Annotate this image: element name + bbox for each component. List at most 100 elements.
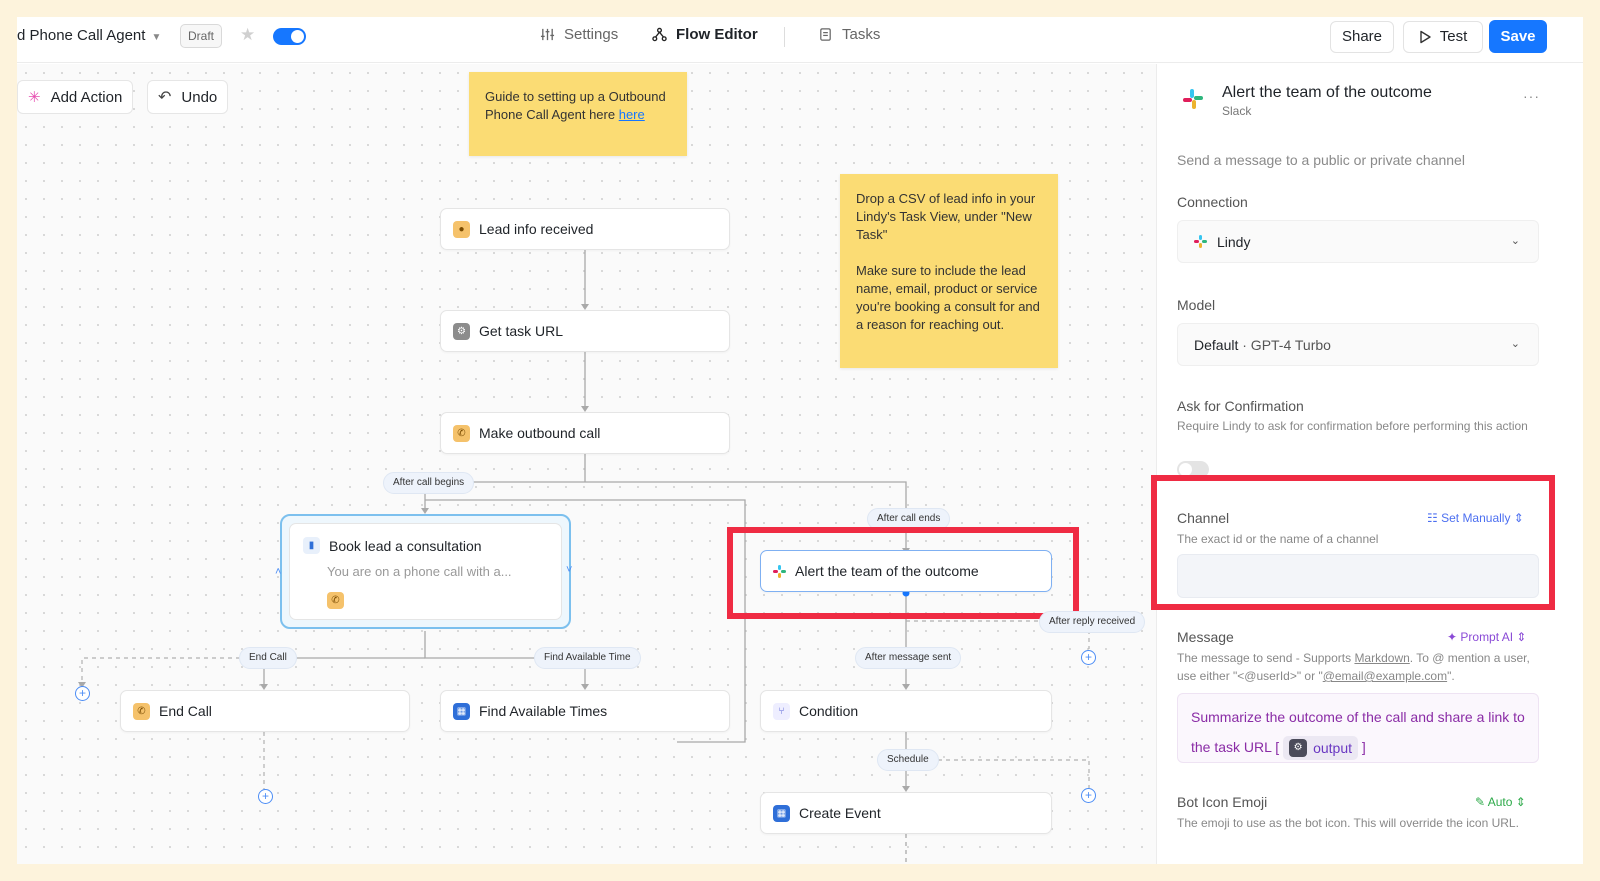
node-make-call[interactable]: ✆ Make outbound call [440,412,730,454]
add-step-plus-icon[interactable]: + [1081,788,1096,803]
edge-label-after-reply-received: After reply received [1039,611,1146,633]
add-step-plus-icon[interactable]: + [1081,650,1096,665]
message-help: The message to send - Supports Markdown.… [1177,649,1539,685]
agent-title: d Phone Call Agent [17,27,146,44]
status-badge: Draft [180,24,223,48]
message-value-end: ] [1361,739,1366,755]
panel-subtitle: Slack [1222,104,1252,118]
model-name: · GPT-4 Turbo [1238,336,1331,353]
note-guide-link[interactable]: here [619,107,645,122]
test-button-label: Test [1439,28,1468,45]
add-step-plus-icon[interactable]: + [75,686,90,701]
phone-icon: ✆ [327,592,344,609]
note-csv-para2: Make sure to include the lead name, emai… [856,263,1040,332]
phone-device-icon: ▮ [303,537,320,554]
bot-icon-help: The emoji to use as the bot icon. This w… [1177,816,1519,830]
node-preview: You are on a phone call with a... [327,564,512,579]
play-icon [1420,30,1431,44]
tab-tasks-label: Tasks [842,26,881,43]
panel-title: Alert the team of the outcome [1222,84,1432,101]
email-link[interactable]: @email@example.com [1323,669,1447,683]
slack-icon [1194,235,1207,248]
message-label: Message [1177,629,1234,645]
tab-settings[interactable]: Settings [540,26,618,43]
connection-value: Lindy [1217,233,1251,250]
message-value: Summarize the outcome of the call and sh… [1191,709,1525,755]
star-icon[interactable]: ★ [240,25,255,45]
edge-label-find-available-time: Find Available Time [534,647,641,669]
model-label: Model [1177,297,1216,313]
share-button[interactable]: Share [1330,21,1394,53]
model-select[interactable]: Default · GPT-4 Turbo ⌄ [1177,323,1539,366]
message-mode-label: Prompt AI [1460,630,1514,644]
tab-tasks[interactable]: Tasks [818,26,880,43]
node-book-lead[interactable]: ▮ Book lead a consultation You are on a … [289,523,562,620]
node-find-times[interactable]: ▦ Find Available Times [440,690,730,732]
gear-icon: ⚙ [1289,739,1308,758]
edge-label-after-call-begins: After call begins [383,472,475,494]
node-book-lead-group[interactable]: ▮ Book lead a consultation You are on a … [275,514,572,629]
message-mode-select[interactable]: ✦ Prompt AI ⇕ [1447,630,1526,644]
edge-label-schedule: Schedule [877,749,939,771]
app-frame: d Phone Call Agent ▼ Draft ★ Settings Flo… [17,17,1583,864]
sticky-note-guide[interactable]: Guide to setting up a Outbound Phone Cal… [469,72,687,156]
slack-logo-icon [1182,88,1204,115]
save-button[interactable]: Save [1489,20,1547,53]
bot-icon-mode-select[interactable]: ✎ Auto ⇕ [1475,795,1526,809]
agent-enabled-toggle[interactable] [273,28,306,45]
gear-icon: ⚙ [453,322,470,340]
node-end-call[interactable]: ✆ End Call [120,690,410,732]
calendar-icon: ▦ [453,702,470,720]
sticky-note-csv[interactable]: Drop a CSV of lead info in your Lindy's … [840,174,1058,368]
node-label: Lead info received [479,221,594,237]
model-default: Default [1194,336,1239,353]
confirmation-label: Ask for Confirmation [1177,398,1304,414]
output-variable-chip[interactable]: ⚙ output [1283,736,1359,761]
highlight-box-channel [1151,475,1555,610]
branch-icon: ⑂ [773,702,790,720]
node-label: Find Available Times [479,703,608,719]
sliders-icon [540,28,555,41]
markdown-link[interactable]: Markdown [1354,651,1409,665]
panel-description: Send a message to a public or private ch… [1177,152,1465,168]
more-options-icon[interactable]: ··· [1523,88,1540,104]
flow-icon [652,27,667,42]
node-label: Get task URL [479,323,564,339]
flow-canvas[interactable]: ✳ Add Action ↶ Undo Guide to setting up … [17,64,1156,864]
undo-label: Undo [181,88,218,106]
edge-label-after-message-sent: After message sent [855,647,962,669]
node-lead-info[interactable]: ● Lead info received [440,208,730,250]
node-create-event[interactable]: ▦ Create Event [760,792,1052,834]
bot-icon-mode-label: Auto [1487,795,1513,809]
tab-flow-editor-label: Flow Editor [676,26,758,43]
top-bar: d Phone Call Agent ▼ Draft ★ Settings Flo… [17,17,1583,63]
chip-label: output [1313,740,1353,757]
connection-label: Connection [1177,194,1248,210]
message-help-prefix: The message to send - Supports [1177,651,1355,665]
tab-flow-editor[interactable]: Flow Editor [652,26,758,43]
chevron-up-icon[interactable]: ˄ [275,566,281,578]
node-book-lead-header: ▮ Book lead a consultation [303,537,482,554]
tab-settings-label: Settings [564,26,619,43]
node-label: End Call [159,703,212,719]
chevron-down-icon[interactable]: ˅ [566,564,572,576]
agent-title-dropdown[interactable]: d Phone Call Agent ▼ [17,27,161,44]
undo-icon: ↶ [158,89,172,106]
message-help-suffix: ". [1447,669,1455,683]
test-button[interactable]: Test [1403,21,1483,53]
message-input[interactable]: Summarize the outcome of the call and sh… [1177,693,1539,763]
node-label: Condition [799,703,859,719]
note-csv-para1: Drop a CSV of lead info in your Lindy's … [856,191,1036,242]
connection-select[interactable]: Lindy ⌄ [1177,220,1539,263]
add-step-plus-icon[interactable]: + [258,789,273,804]
undo-button[interactable]: ↶ Undo [147,80,229,114]
chevron-down-icon: ⌄ [1510,235,1520,247]
phone-icon: ✆ [453,424,470,442]
node-label: Make outbound call [479,425,601,441]
sparkle-icon: ✳ [28,89,41,106]
tasks-icon [820,28,831,41]
node-condition[interactable]: ⑂ Condition [760,690,1052,732]
add-action-button[interactable]: ✳ Add Action [17,80,134,114]
highlight-box-node [727,527,1079,619]
node-get-task-url[interactable]: ⚙ Get task URL [440,310,730,352]
